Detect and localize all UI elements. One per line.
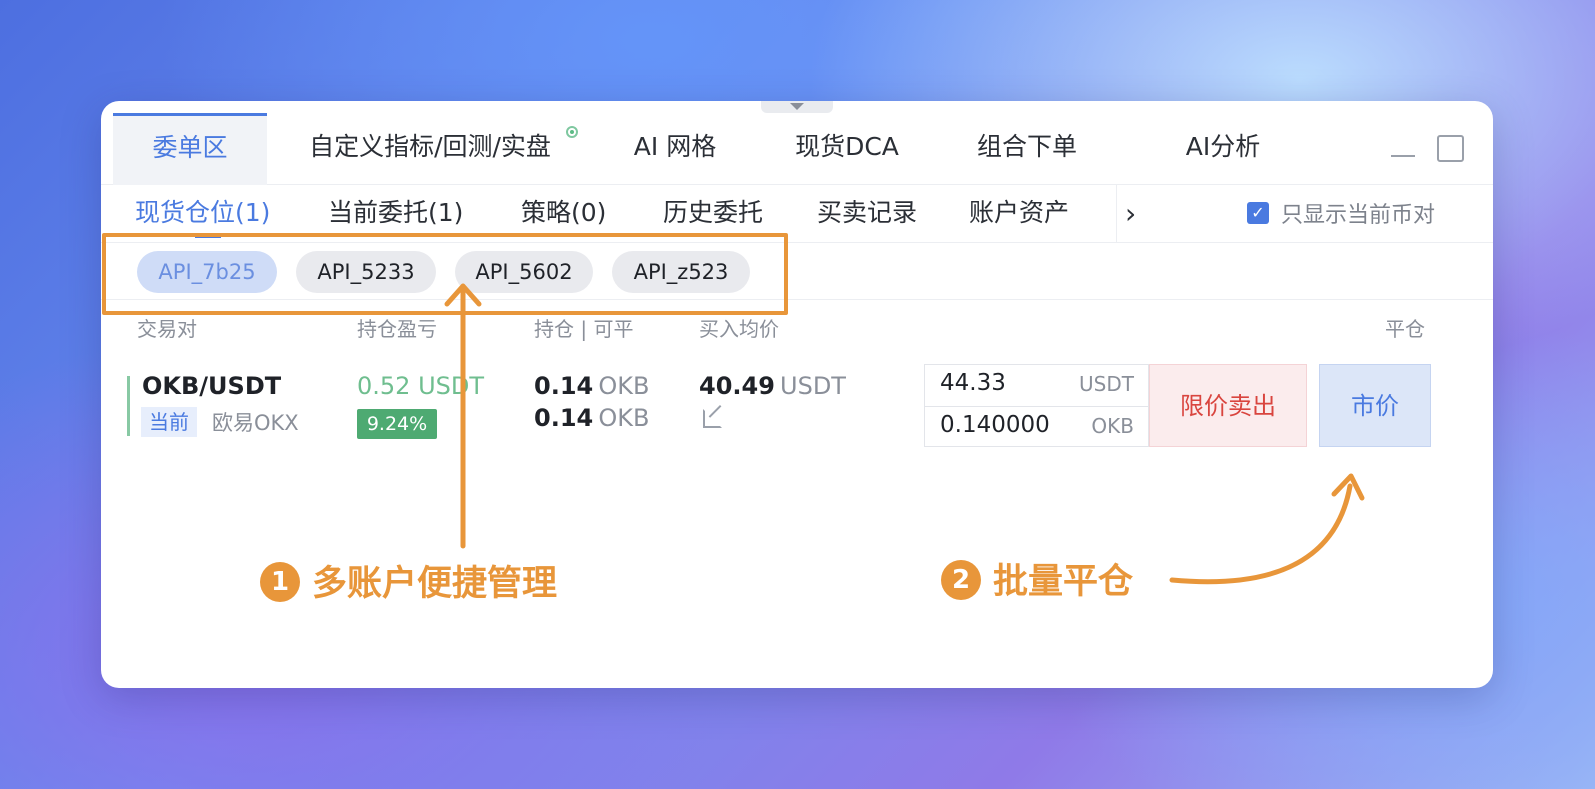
- callout-batch-close: 2 批量平仓: [941, 553, 1133, 604]
- annotation-arrows: [444, 283, 1365, 585]
- arrow-curve-line: [1169, 483, 1353, 585]
- callout-multi-account: 1 多账户便捷管理: [260, 555, 557, 606]
- callout-number-2: 2: [941, 560, 981, 600]
- callout-number-1: 1: [260, 562, 300, 602]
